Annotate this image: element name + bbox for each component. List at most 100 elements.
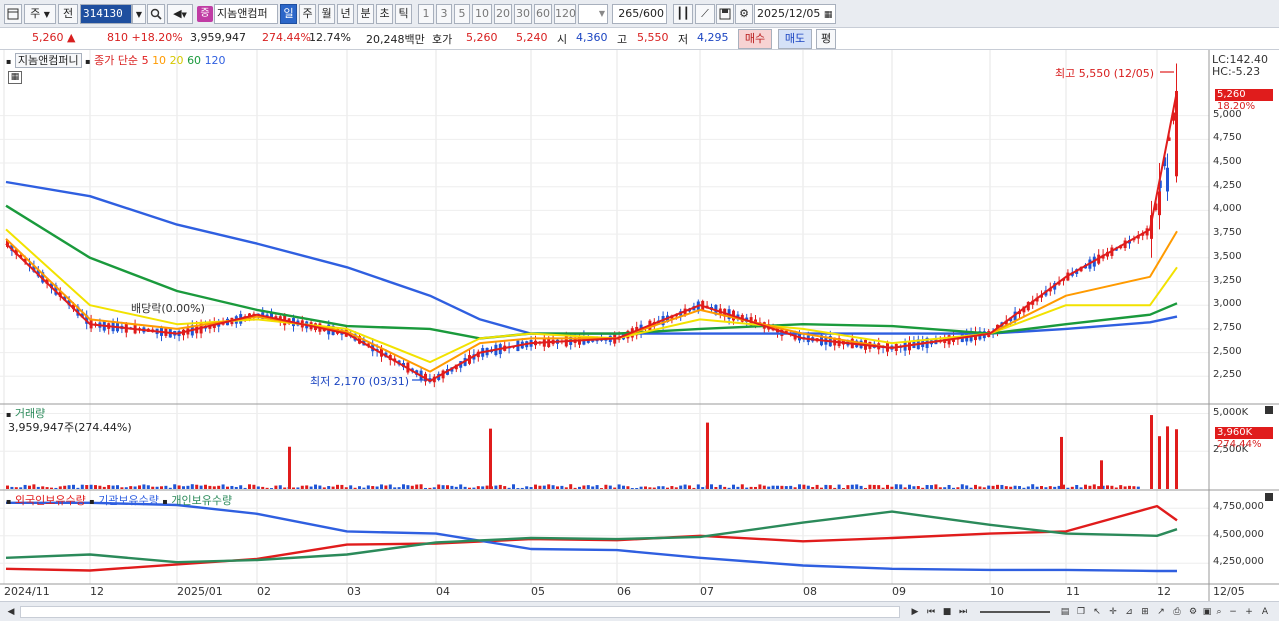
custom-interval-select[interactable]: ▼ bbox=[578, 4, 608, 24]
table-view-button[interactable]: ▦ bbox=[8, 71, 22, 84]
volume-bar bbox=[758, 484, 762, 489]
volume-bar bbox=[190, 484, 194, 489]
search-button[interactable] bbox=[147, 4, 165, 24]
font-size-icon[interactable]: A bbox=[1258, 605, 1272, 619]
interval-1[interactable]: 1 bbox=[418, 4, 434, 24]
sell-button[interactable]: 매도 bbox=[778, 29, 812, 49]
volume-bar bbox=[732, 484, 735, 489]
stock-name-field[interactable]: 지놈앤컴퍼 bbox=[214, 4, 278, 24]
ma60-label[interactable]: 60 bbox=[187, 54, 201, 67]
ma5-label[interactable]: 5 bbox=[142, 54, 149, 67]
volume-bar bbox=[859, 485, 863, 489]
volume-bar bbox=[58, 486, 62, 489]
last-page-button[interactable]: ⏭ bbox=[956, 605, 970, 619]
zoom-in-icon[interactable]: + bbox=[1242, 605, 1256, 619]
data-count-input[interactable]: 265/600 bbox=[612, 4, 667, 24]
layout-icon[interactable]: ▤ bbox=[1058, 605, 1072, 619]
interval-20[interactable]: 20 bbox=[494, 4, 512, 24]
stop-button[interactable]: ■ bbox=[940, 605, 954, 619]
period-year[interactable]: 년 bbox=[337, 4, 354, 24]
volume-bar bbox=[327, 486, 331, 489]
save-button[interactable] bbox=[716, 4, 734, 24]
stock-code-input[interactable]: 314130 bbox=[80, 4, 132, 24]
volume-bar bbox=[767, 486, 771, 489]
zoom-search-icon[interactable]: ⌕ bbox=[1212, 605, 1226, 619]
volume-bar bbox=[762, 485, 766, 489]
volume-bar bbox=[296, 487, 300, 489]
prev-select[interactable]: 전 bbox=[58, 4, 78, 24]
interval-5[interactable]: 5 bbox=[454, 4, 470, 24]
volume-bar bbox=[952, 487, 955, 489]
volume-bar bbox=[798, 484, 801, 489]
volume-bar bbox=[648, 487, 652, 489]
sound-button[interactable]: ◀▼ bbox=[167, 4, 193, 24]
date-input[interactable]: 2025/12/05 ▦ bbox=[754, 4, 836, 24]
panel-close-icon[interactable] bbox=[1265, 406, 1273, 414]
ma20-label[interactable]: 20 bbox=[170, 54, 184, 67]
volume-bar bbox=[230, 485, 234, 489]
period-day[interactable]: 일 bbox=[280, 4, 297, 24]
interval-120[interactable]: 120 bbox=[554, 4, 576, 24]
horizontal-scrollbar[interactable] bbox=[20, 606, 900, 618]
ma-label[interactable]: 종가 단순 bbox=[94, 54, 138, 67]
volume-bar bbox=[516, 488, 520, 489]
ma10-label[interactable]: 10 bbox=[152, 54, 166, 67]
volume-bar bbox=[252, 484, 256, 489]
volume-bar bbox=[850, 484, 854, 489]
interval-60[interactable]: 60 bbox=[534, 4, 552, 24]
search-icon bbox=[150, 8, 162, 20]
volume-bar bbox=[305, 485, 309, 489]
scroll-left-button[interactable]: ◀ bbox=[4, 605, 18, 619]
ruler-icon[interactable]: ⊿ bbox=[1122, 605, 1136, 619]
arrow-icon[interactable]: ↗ bbox=[1154, 605, 1168, 619]
individual-holdings-label[interactable]: 개인보유수량 bbox=[171, 494, 232, 507]
volume-bar bbox=[701, 487, 705, 489]
first-page-button[interactable]: ⏮ bbox=[924, 605, 938, 619]
crosshair-icon[interactable]: ✛ bbox=[1106, 605, 1120, 619]
volume-bar bbox=[877, 485, 881, 489]
volume-readout: 3,959,947주(274.44%) bbox=[8, 421, 132, 434]
volume-bar bbox=[947, 484, 951, 489]
volume-bar bbox=[1128, 485, 1131, 489]
print-icon[interactable]: ⎙ bbox=[1170, 605, 1184, 619]
candle-type-button[interactable]: ┃┃ bbox=[673, 4, 693, 24]
panel-close-icon[interactable] bbox=[1265, 493, 1273, 501]
interval-30[interactable]: 30 bbox=[514, 4, 532, 24]
stock-name-label[interactable]: 지놈앤컴퍼니 bbox=[14, 53, 82, 68]
zoom-slider[interactable] bbox=[980, 611, 1050, 613]
average-button[interactable]: 평 bbox=[816, 29, 836, 49]
grid-toggle-icon[interactable]: ⊞ bbox=[1138, 605, 1152, 619]
stock-chart[interactable] bbox=[0, 50, 1279, 601]
volume-bar bbox=[837, 484, 841, 489]
settings-button[interactable]: ⚙ bbox=[735, 4, 753, 24]
date-axis-label: 12/05 bbox=[1213, 585, 1245, 598]
period-week[interactable]: 주 bbox=[299, 4, 316, 24]
ma120-label[interactable]: 120 bbox=[205, 54, 226, 67]
window-menu-button[interactable] bbox=[4, 4, 22, 24]
candle-body bbox=[1158, 191, 1161, 216]
copy-icon[interactable]: ❐ bbox=[1074, 605, 1088, 619]
code-dropdown-button[interactable]: ▼ bbox=[132, 4, 146, 24]
volume-bar bbox=[1060, 436, 1063, 489]
volume-bar bbox=[727, 487, 731, 489]
market-select[interactable]: 주 ▼ bbox=[24, 4, 56, 24]
volume-bar bbox=[1031, 484, 1035, 489]
volume-bar bbox=[903, 487, 907, 489]
volume-bar bbox=[1035, 486, 1039, 489]
interval-3[interactable]: 3 bbox=[436, 4, 452, 24]
institution-holdings-label[interactable]: 기관보유수량 bbox=[98, 494, 159, 507]
buy-button[interactable]: 매수 bbox=[738, 29, 772, 49]
period-minute[interactable]: 분 bbox=[357, 4, 374, 24]
volume-bar bbox=[595, 485, 599, 489]
scroll-right-button[interactable]: ▶ bbox=[908, 605, 922, 619]
foreign-holdings-label[interactable]: 외국인보유수량 bbox=[15, 494, 86, 507]
interval-10[interactable]: 10 bbox=[472, 4, 492, 24]
chart-settings-icon[interactable]: ⚙ bbox=[1186, 605, 1200, 619]
period-tick[interactable]: 틱 bbox=[395, 4, 412, 24]
tool-icon[interactable]: ↖ bbox=[1090, 605, 1104, 619]
period-month[interactable]: 월 bbox=[318, 4, 335, 24]
turnover-rate: 12.74% bbox=[309, 31, 351, 44]
zoom-out-icon[interactable]: − bbox=[1226, 605, 1240, 619]
draw-tool-button[interactable]: ⟋ bbox=[695, 4, 715, 24]
period-second[interactable]: 초 bbox=[376, 4, 393, 24]
